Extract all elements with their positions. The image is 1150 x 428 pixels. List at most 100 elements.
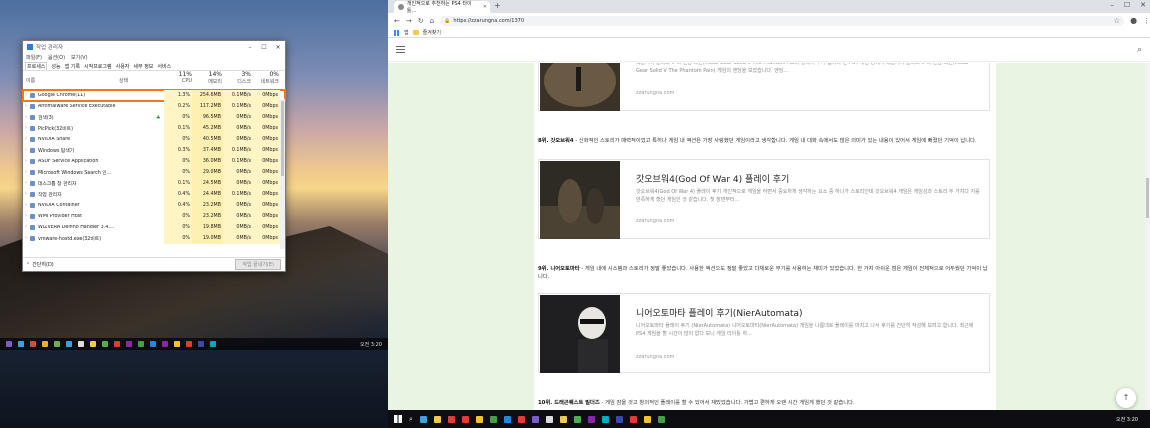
app-icon[interactable] <box>42 341 48 347</box>
minimize-icon[interactable]: – <box>243 44 257 51</box>
process-row[interactable]: › Antimalware Service Executable 0.2% 117.2… <box>23 101 285 112</box>
browser-tab[interactable]: 개인적으로 추천하는 PS4 타이틀... ✕ <box>394 1 490 14</box>
column-cpu[interactable]: 11% CPU <box>164 71 192 84</box>
post-thumbnail[interactable] <box>540 295 620 373</box>
file-explorer-icon[interactable] <box>433 415 441 423</box>
app-icon[interactable] <box>150 341 156 347</box>
post-thumbnail[interactable] <box>540 63 620 111</box>
process-row[interactable]: › WIZVERA Delfino Handler 3.4.... 0% 19.8MB… <box>23 222 285 233</box>
app-icon[interactable] <box>210 341 216 347</box>
process-row[interactable]: › 데스크톱 창 관리자 0.1% 24.5MB 0MB/s 0Mbps <box>23 178 285 189</box>
back-icon[interactable]: ← <box>394 17 400 25</box>
app-icon[interactable] <box>174 341 180 347</box>
scroll-to-top-button[interactable]: ↑ <box>1116 388 1136 408</box>
app-icon[interactable] <box>615 415 623 423</box>
maximize-icon[interactable]: ☐ <box>257 44 271 51</box>
column-disk[interactable]: 3% 디스크 <box>223 71 251 85</box>
process-row[interactable]: › Microsoft Windows Search 인... 0% 29.0MB 0M… <box>23 167 285 178</box>
app-icon[interactable] <box>489 415 497 423</box>
home-icon[interactable]: ⌂ <box>430 17 434 25</box>
url-text[interactable]: https://zzarungna.com/1370 <box>453 18 524 24</box>
process-row[interactable]: › PicPick(32비트) 0.1% 45.2MB 0MB/s 0Mbps <box>23 123 285 134</box>
scroll-thumb[interactable] <box>1146 178 1149 218</box>
maximize-icon[interactable]: ☐ <box>1124 1 1130 9</box>
bookmark-star-icon[interactable]: ☆ <box>1114 17 1120 25</box>
app-icon[interactable] <box>601 415 609 423</box>
new-tab-icon[interactable]: + <box>494 1 501 10</box>
search-icon[interactable]: ⌕ <box>1137 45 1142 55</box>
taskbar-clock[interactable]: 오전 3:20 <box>1116 416 1138 423</box>
column-status[interactable]: 상태 <box>119 77 128 84</box>
menu-options[interactable]: 옵션(O) <box>48 54 65 61</box>
app-icon[interactable] <box>18 341 24 347</box>
related-post-card[interactable]: 갓오브워4(God Of War 4) 플레이 후기 갓오브워4(God Of … <box>538 159 990 239</box>
post-thumbnail[interactable] <box>540 161 620 239</box>
tab-startup[interactable]: 시작프로그램 <box>84 63 112 70</box>
app-icon[interactable] <box>162 341 168 347</box>
menu-view[interactable]: 보기(V) <box>71 54 88 61</box>
app-icon[interactable] <box>198 341 204 347</box>
close-icon[interactable]: ✕ <box>271 44 285 51</box>
app-icon[interactable] <box>587 415 595 423</box>
fewer-details-link[interactable]: 간단히(D) <box>32 261 54 268</box>
taskbar-clock[interactable]: 오전 3:20 <box>360 341 382 348</box>
app-icon[interactable] <box>78 341 84 347</box>
column-network[interactable]: 0% 네트워크 <box>251 71 279 85</box>
tab-app-history[interactable]: 앱 기록 <box>65 63 80 70</box>
app-icon[interactable] <box>102 341 108 347</box>
expand-chevron-icon[interactable]: › <box>23 203 29 208</box>
app-icon[interactable] <box>629 415 637 423</box>
app-icon[interactable] <box>517 415 525 423</box>
app-icon[interactable] <box>90 341 96 347</box>
page-scrollbar[interactable] <box>1145 63 1150 410</box>
related-post-card[interactable]: 니어오토마타 플레이 후기(NierAutomata) 니어오토마타 플레이 후… <box>538 293 990 373</box>
tab-close-icon[interactable]: ✕ <box>483 4 487 10</box>
menu-file[interactable]: 파일(F) <box>26 54 42 61</box>
process-row[interactable]: › 검색(3) ♣ 0% 96.5MB 0MB/s 0Mbps <box>23 112 285 123</box>
process-row[interactable]: › vmware-hostd.exe(32비트) 0% 19.0MB 0MB/s 0Mbp… <box>23 233 285 244</box>
app-icon[interactable] <box>643 415 651 423</box>
process-row[interactable]: › ASDF Service Application 0% 36.0MB 0.1MB/s… <box>23 156 285 167</box>
expand-chevron-icon[interactable]: › <box>23 225 29 230</box>
expand-chevron-icon[interactable]: › <box>23 115 29 120</box>
process-row[interactable]: › WMI Provider Host 0% 23.2MB 0MB/s 0Mbps <box>23 211 285 222</box>
process-row[interactable]: › NVIDIA Container 0.4% 23.2MB 0MB/s 0Mbps <box>23 200 285 211</box>
visual-studio-icon[interactable] <box>531 415 539 423</box>
expand-chevron-icon[interactable]: › <box>23 236 29 241</box>
address-bar[interactable]: 🔒 https://zzarungna.com/1370 ☆ <box>440 15 1125 26</box>
app-icon[interactable] <box>545 415 553 423</box>
visual-studio-icon[interactable] <box>6 341 12 347</box>
post-title[interactable]: 니어오토마타 플레이 후기(NierAutomata) <box>636 306 803 319</box>
expand-chevron-icon[interactable]: › <box>23 181 29 186</box>
app-icon[interactable] <box>447 415 455 423</box>
column-memory[interactable]: 14% 메모리 <box>194 71 222 85</box>
app-icon[interactable] <box>138 341 144 347</box>
lock-icon[interactable]: 🔒 <box>444 18 450 24</box>
tab-users[interactable]: 사용자 <box>116 63 130 70</box>
expand-chevron-icon[interactable]: › <box>23 170 29 175</box>
app-icon[interactable] <box>54 341 60 347</box>
tab-performance[interactable]: 성능 <box>51 63 60 70</box>
bookmark-apps[interactable]: 앱 <box>404 29 409 36</box>
forward-icon[interactable]: → <box>406 17 412 25</box>
app-icon[interactable] <box>419 415 427 423</box>
expand-chevron-icon[interactable]: › <box>23 126 29 131</box>
column-name[interactable]: 이름 <box>26 77 35 84</box>
windows-start-icon[interactable] <box>394 415 402 423</box>
app-icon[interactable] <box>559 415 567 423</box>
expand-chevron-icon[interactable]: › <box>23 214 29 219</box>
app-icon[interactable] <box>503 415 511 423</box>
app-icon[interactable] <box>186 341 192 347</box>
task-manager-titlebar[interactable]: 작업 관리자 – ☐ ✕ <box>23 41 285 53</box>
app-icon[interactable] <box>126 341 132 347</box>
menu-kebab-icon[interactable]: ⋮ <box>1143 17 1150 25</box>
process-row[interactable]: › 작업 관리자 0.4% 24.4MB 0.1MB/s 0Mbps <box>23 189 285 200</box>
bookmark-favorites[interactable]: 즐겨찾기 <box>423 29 441 36</box>
app-icon[interactable] <box>461 415 469 423</box>
tab-processes[interactable]: 프로세스 <box>25 62 48 70</box>
related-post-card[interactable]: 메탈기어 솔리드 V 더 팬텀 페인(Metal Gear Solid V Th… <box>538 63 990 111</box>
minimize-icon[interactable]: – <box>1110 1 1114 9</box>
expand-chevron-icon[interactable]: › <box>23 93 29 98</box>
expand-chevron-icon[interactable]: › <box>23 148 29 153</box>
process-row[interactable]: › NVIDIA Share 0% 40.5MB 0MB/s 0Mbps <box>23 134 285 145</box>
